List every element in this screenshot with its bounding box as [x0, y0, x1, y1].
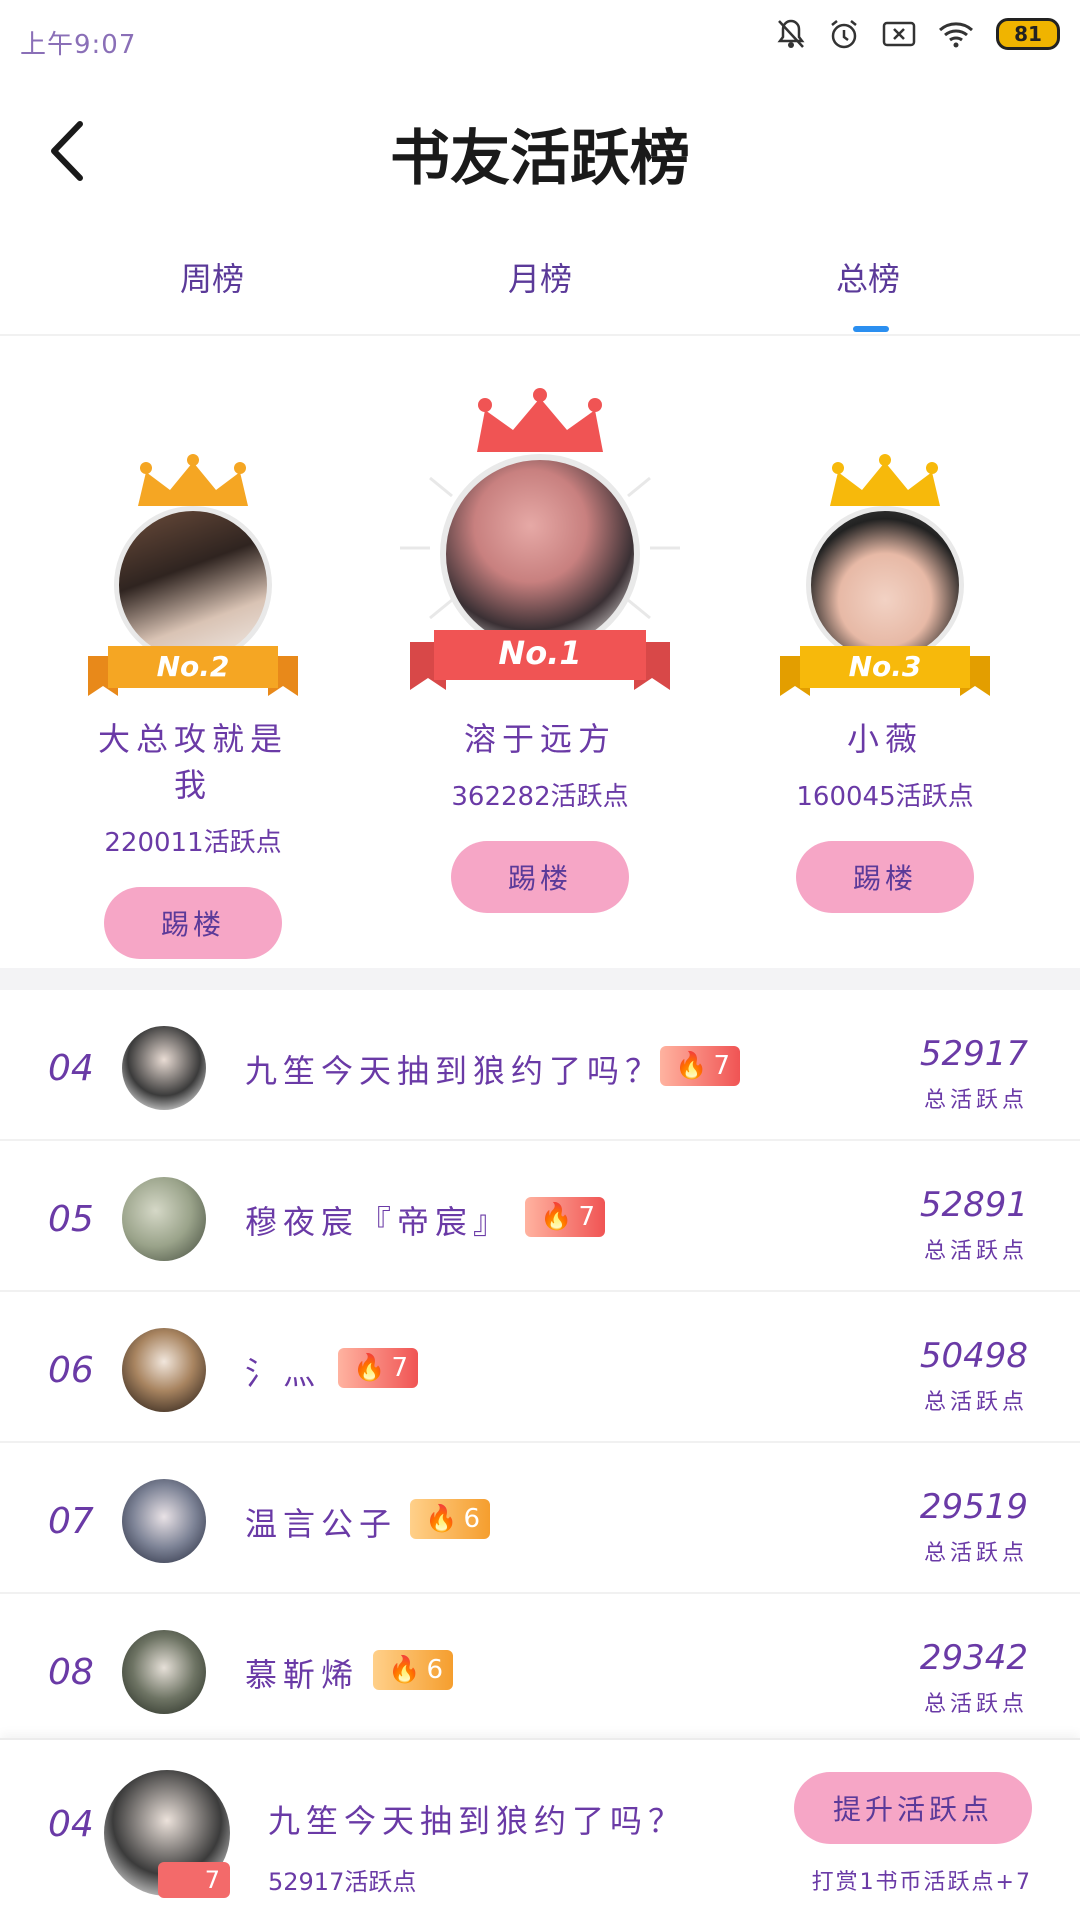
tab-monthly[interactable]: 月榜: [480, 254, 600, 300]
sim-off-icon: [882, 21, 916, 47]
list-rank: 08: [48, 1652, 94, 1693]
boost-activity-button[interactable]: 提升活跃点: [794, 1772, 1032, 1844]
podium-name: 小薇: [846, 720, 923, 758]
level-badge: 🔥 7: [525, 1197, 605, 1237]
list-score: 52891 总活跃点: [919, 1185, 1028, 1264]
level-badge: 7: [158, 1862, 230, 1898]
podium-points: 220011活跃点: [104, 828, 282, 858]
avatar: [122, 1328, 206, 1412]
status-bar: 上午9:07 81: [0, 0, 1080, 80]
my-name: 九笙今天抽到狼约了吗？: [268, 1802, 687, 1840]
fire-icon: 🔥: [388, 1655, 421, 1685]
level-badge: 🔥 6: [410, 1499, 490, 1539]
list-rank: 07: [48, 1501, 94, 1542]
list-item[interactable]: 05 穆夜宸『帝宸』 🔥 7 52891 总活跃点: [0, 1141, 1080, 1292]
my-rank: 04: [48, 1804, 94, 1845]
crown-icon: [138, 454, 248, 506]
header: 书友活跃榜: [0, 80, 1080, 220]
fire-icon: 🔥: [353, 1353, 386, 1383]
list-score: 52917 总活跃点: [919, 1034, 1028, 1113]
list-score: 29342 总活跃点: [919, 1638, 1028, 1717]
kick-button[interactable]: 踢楼: [796, 841, 974, 913]
rank-label: No.2: [156, 650, 230, 683]
list-name: 慕靳烯: [245, 1656, 360, 1694]
tab-total[interactable]: 总榜: [808, 254, 928, 332]
podium-third: No.3 小薇 160045活跃点 踢楼: [780, 454, 990, 913]
level-badge: 🔥 7: [660, 1046, 740, 1086]
list-name: 温言公子: [245, 1505, 398, 1543]
fire-icon: 🔥: [425, 1504, 458, 1534]
alarm-icon: [831, 20, 857, 49]
battery-icon: 81: [996, 18, 1060, 50]
status-icons: 81: [776, 18, 1060, 50]
podium-points: 160045活跃点: [796, 782, 974, 812]
podium-points: 362282活跃点: [451, 782, 629, 812]
level-badge: 🔥 6: [373, 1650, 453, 1690]
level-badge: 🔥 7: [338, 1348, 418, 1388]
bell-off-icon: [777, 19, 805, 48]
podium: No.2 大总攻就是我 220011活跃点 踢楼 No.1 溶于远方 36228…: [0, 336, 1080, 970]
podium-avatar-frame: No.2: [88, 454, 298, 696]
crown-icon: [477, 388, 603, 452]
fire-icon: 🔥: [540, 1202, 573, 1232]
avatar: [122, 1177, 206, 1261]
list-rank: 06: [48, 1350, 94, 1391]
crown-icon: [830, 454, 940, 506]
tab-bar: 周榜 月榜 总榜: [0, 220, 1080, 336]
list-item[interactable]: 06 氵灬 🔥 7 50498 总活跃点: [0, 1292, 1080, 1443]
tab-indicator: [853, 326, 889, 332]
podium-avatar-frame: No.3: [780, 454, 990, 696]
avatar: [122, 1026, 206, 1110]
podium-name: 溶于远方: [463, 720, 616, 758]
list-score: 50498 总活跃点: [919, 1336, 1028, 1415]
list-name: 穆夜宸『帝宸』: [245, 1203, 512, 1241]
avatar: [122, 1479, 206, 1563]
tab-weekly[interactable]: 周榜: [152, 254, 272, 300]
my-points: 52917活跃点: [268, 1868, 417, 1896]
rank-list: 04 九笙今天抽到狼约了吗？ 🔥 7 52917 总活跃点 05 穆夜宸『帝宸』 🔥…: [0, 990, 1080, 1745]
list-name: 氵灬: [245, 1354, 322, 1392]
list-item[interactable]: 04 九笙今天抽到狼约了吗？ 🔥 7 52917 总活跃点: [0, 990, 1080, 1141]
list-rank: 05: [48, 1199, 94, 1240]
kick-button[interactable]: 踢楼: [104, 887, 282, 959]
rank-label: No.1: [498, 634, 582, 672]
reward-hint: 打赏1书币活跃点+7: [811, 1870, 1032, 1895]
app-root: 上午9:07 81 书友活跃榜 周榜 月榜 总榜 No.2 大总攻就是我 220…: [0, 0, 1080, 1920]
list-item[interactable]: 08 慕靳烯 🔥 6 29342 总活跃点: [0, 1594, 1080, 1745]
rank-label: No.3: [848, 650, 922, 683]
podium-first: No.1 溶于远方 362282活跃点 踢楼: [400, 388, 680, 913]
podium-name: 大总攻就是我: [97, 720, 288, 804]
section-divider: [0, 968, 1080, 990]
list-rank: 04: [48, 1048, 94, 1089]
list-score: 29519 总活跃点: [919, 1487, 1028, 1566]
page-title: 书友活跃榜: [390, 124, 690, 194]
fire-icon: 🔥: [675, 1051, 708, 1081]
list-name: 九笙今天抽到狼约了吗？: [245, 1052, 664, 1090]
avatar: [122, 1630, 206, 1714]
podium-second: No.2 大总攻就是我 220011活跃点 踢楼: [88, 454, 298, 959]
list-item[interactable]: 07 温言公子 🔥 6 29519 总活跃点: [0, 1443, 1080, 1594]
wifi-icon: [939, 22, 973, 48]
my-rank-bar: 04 7 九笙今天抽到狼约了吗？ 52917活跃点 提升活跃点 打赏1书币活跃点…: [0, 1738, 1080, 1920]
status-time: 上午9:07: [20, 30, 137, 60]
podium-avatar-frame: No.1: [400, 388, 680, 690]
kick-button[interactable]: 踢楼: [451, 841, 629, 913]
